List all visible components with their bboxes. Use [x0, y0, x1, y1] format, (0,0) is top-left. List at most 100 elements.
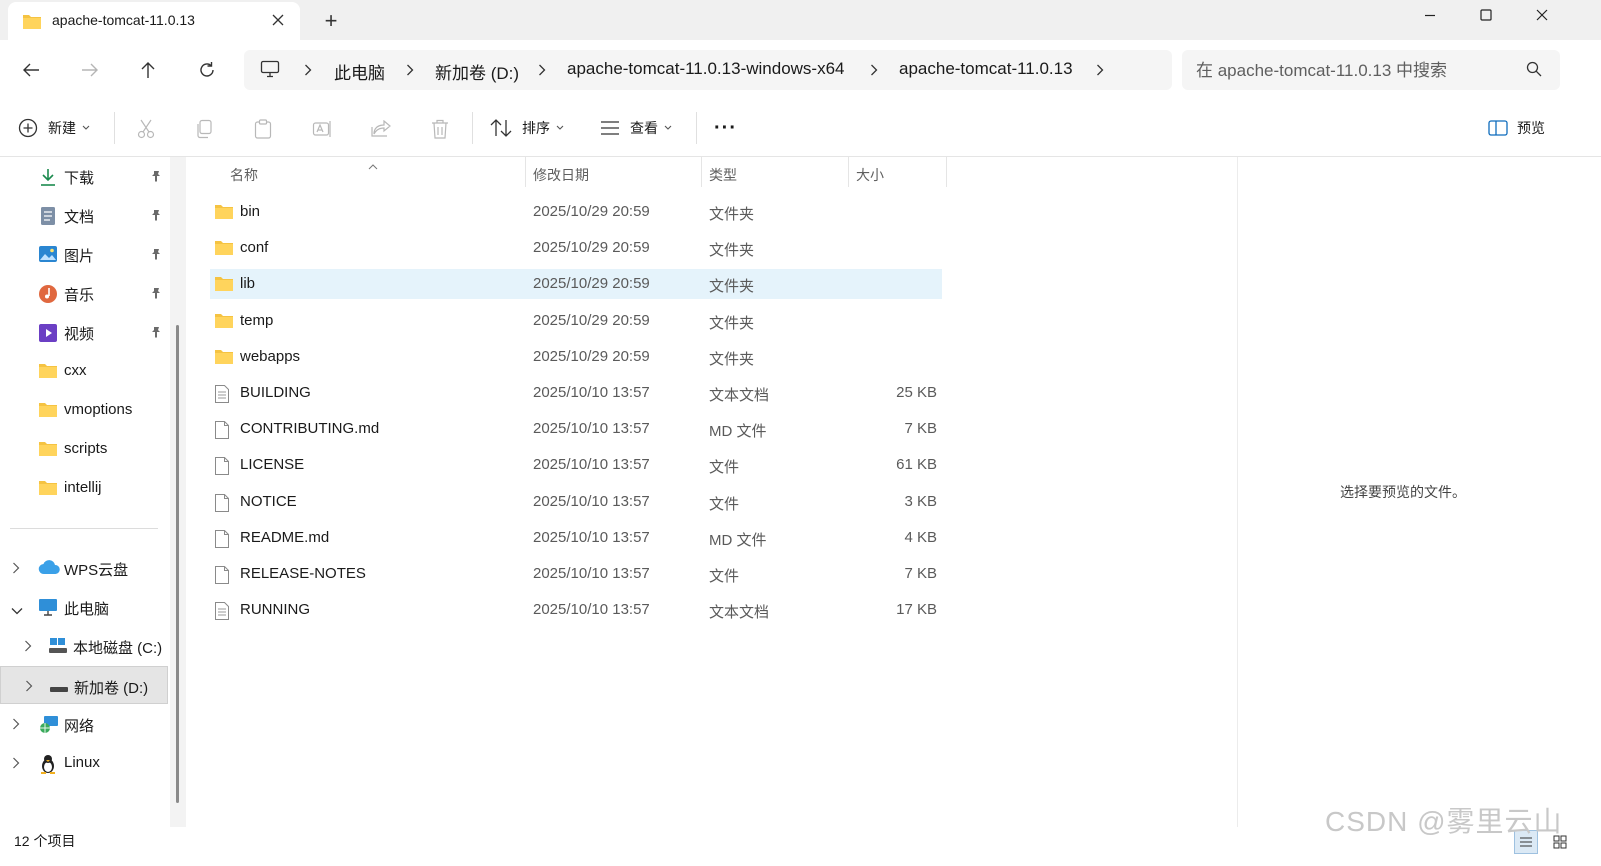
- preview-pane-icon: [1488, 120, 1508, 136]
- file-row[interactable]: webapps 2025/10/29 20:59 文件夹: [210, 342, 942, 372]
- chevron-down-icon[interactable]: [11, 602, 23, 620]
- column-header-name[interactable]: 名称: [230, 165, 258, 185]
- new-button[interactable]: 新建: [18, 114, 90, 142]
- folder-icon: [38, 479, 58, 499]
- new-tab-button[interactable]: +: [318, 8, 344, 34]
- file-row[interactable]: LICENSE 2025/10/10 13:57 文件 61 KB: [210, 450, 942, 480]
- folder-icon: [214, 312, 234, 330]
- breadcrumb[interactable]: 此电脑 新加卷 (D:) apache-tomcat-11.0.13-windo…: [244, 50, 1172, 90]
- music-icon: [38, 284, 58, 304]
- file-row[interactable]: conf 2025/10/29 20:59 文件夹: [210, 233, 942, 263]
- chevron-right-icon[interactable]: [12, 756, 20, 774]
- sidebar-item-label: 本地磁盘 (C:): [73, 640, 163, 657]
- share-icon[interactable]: [369, 117, 393, 141]
- delete-icon[interactable]: [428, 117, 452, 141]
- search-input[interactable]: [1194, 58, 1508, 84]
- file-row[interactable]: RUNNING 2025/10/10 13:57 文本文档 17 KB: [210, 595, 942, 625]
- sidebar-item-intellij[interactable]: intellij: [0, 469, 168, 507]
- column-divider[interactable]: [525, 157, 526, 187]
- sidebar-item-videos[interactable]: 视频: [0, 313, 168, 351]
- sidebar-item-music[interactable]: 音乐: [0, 274, 168, 312]
- column-divider[interactable]: [701, 157, 702, 187]
- sort-label: 排序: [522, 120, 550, 136]
- file-row[interactable]: BUILDING 2025/10/10 13:57 文本文档 25 KB: [210, 378, 942, 408]
- column-divider[interactable]: [848, 157, 849, 187]
- more-options-button[interactable]: ···: [714, 114, 737, 142]
- column-divider[interactable]: [946, 157, 947, 187]
- file-date: 2025/10/10 13:57: [533, 492, 650, 510]
- pictures-icon: [38, 245, 58, 265]
- sidebar-scrollbar[interactable]: [176, 325, 179, 803]
- minimize-button[interactable]: [1402, 0, 1458, 30]
- file-date: 2025/10/10 13:57: [533, 528, 650, 546]
- column-header-size[interactable]: 大小: [856, 165, 884, 185]
- file-name: RELEASE-NOTES: [240, 565, 366, 582]
- file-row[interactable]: RELEASE-NOTES 2025/10/10 13:57 文件 7 KB: [210, 559, 942, 589]
- chevron-right-icon[interactable]: [25, 679, 33, 697]
- sidebar-item-linux[interactable]: Linux: [0, 744, 168, 782]
- chevron-right-icon[interactable]: [12, 717, 20, 735]
- paste-icon[interactable]: [251, 117, 275, 141]
- sort-button[interactable]: 排序: [490, 114, 564, 142]
- sidebar-item-scripts[interactable]: scripts: [0, 430, 168, 468]
- file-row[interactable]: lib 2025/10/29 20:59 文件夹: [210, 269, 942, 300]
- file-row[interactable]: NOTICE 2025/10/10 13:57 文件 3 KB: [210, 487, 942, 517]
- up-button[interactable]: [132, 54, 164, 86]
- window-tab[interactable]: apache-tomcat-11.0.13: [8, 2, 300, 40]
- folder-icon: [38, 401, 58, 421]
- file-row[interactable]: README.md 2025/10/10 13:57 MD 文件 4 KB: [210, 523, 942, 553]
- sidebar-item-label: WPS云盘: [64, 562, 129, 579]
- view-button[interactable]: 查看: [600, 114, 672, 142]
- sidebar-item-documents[interactable]: 文档: [0, 196, 168, 234]
- sidebar-item-network[interactable]: 网络: [0, 705, 168, 743]
- file-type: 文件夹: [709, 278, 755, 296]
- file-row[interactable]: CONTRIBUTING.md 2025/10/10 13:57 MD 文件 7 KB: [210, 414, 942, 444]
- forward-button[interactable]: [74, 54, 106, 86]
- chevron-right-icon[interactable]: [402, 61, 418, 79]
- crumb-this-pc[interactable]: 此电脑: [334, 59, 385, 84]
- file-row[interactable]: bin 2025/10/29 20:59 文件夹: [210, 197, 942, 227]
- rename-icon[interactable]: [310, 117, 334, 141]
- sidebar-item-drive-d[interactable]: 新加卷 (D:): [0, 666, 168, 704]
- column-header-type[interactable]: 类型: [709, 165, 737, 185]
- refresh-button[interactable]: [191, 54, 223, 86]
- preview-pane-button[interactable]: 预览: [1488, 114, 1545, 142]
- maximize-button[interactable]: [1458, 0, 1514, 30]
- sidebar-item-wps-cloud[interactable]: WPS云盘: [0, 549, 168, 587]
- sidebar-item-cxx[interactable]: cxx: [0, 352, 168, 390]
- sidebar-item-downloads[interactable]: 下载: [0, 157, 168, 195]
- chevron-right-icon[interactable]: [1092, 61, 1108, 79]
- search-box[interactable]: [1182, 50, 1560, 90]
- copy-icon[interactable]: [192, 117, 216, 141]
- cut-icon[interactable]: [134, 117, 158, 141]
- file-name: RUNNING: [240, 601, 310, 619]
- crumb-drive-d[interactable]: 新加卷 (D:): [435, 59, 519, 84]
- sidebar-item-drive-c[interactable]: 本地磁盘 (C:): [0, 627, 168, 665]
- file-name: LICENSE: [240, 456, 305, 474]
- column-header-date[interactable]: 修改日期: [533, 165, 589, 185]
- file-row[interactable]: temp 2025/10/29 20:59 文件夹: [210, 306, 942, 336]
- chevron-right-icon[interactable]: [300, 61, 316, 79]
- sidebar-item-label: 下载: [64, 170, 95, 187]
- sidebar-item-label: 视频: [64, 326, 95, 343]
- computer-icon[interactable]: [260, 59, 280, 84]
- sidebar-item-label: 网络: [64, 718, 95, 735]
- chevron-right-icon[interactable]: [12, 561, 20, 579]
- crumb-tomcat[interactable]: apache-tomcat-11.0.13: [899, 59, 1073, 79]
- sidebar-item-pictures[interactable]: 图片: [0, 235, 168, 273]
- chevron-right-icon[interactable]: [24, 639, 32, 657]
- drive-icon: [49, 681, 69, 701]
- sidebar-item-label: vmoptions: [64, 401, 133, 418]
- close-window-button[interactable]: [1514, 0, 1570, 30]
- folder-icon: [38, 440, 58, 460]
- chevron-right-icon[interactable]: [866, 61, 882, 79]
- chevron-right-icon[interactable]: [534, 61, 550, 79]
- crumb-tomcat-x64[interactable]: apache-tomcat-11.0.13-windows-x64: [567, 59, 845, 79]
- back-button[interactable]: [15, 54, 47, 86]
- sidebar-item-this-pc[interactable]: 此电脑: [0, 588, 168, 626]
- close-tab-icon[interactable]: [266, 8, 290, 32]
- search-icon[interactable]: [1526, 61, 1542, 82]
- chevron-down-icon: [82, 125, 90, 131]
- sidebar-item-vmoptions[interactable]: vmoptions: [0, 391, 168, 429]
- drive-icon: [48, 637, 68, 657]
